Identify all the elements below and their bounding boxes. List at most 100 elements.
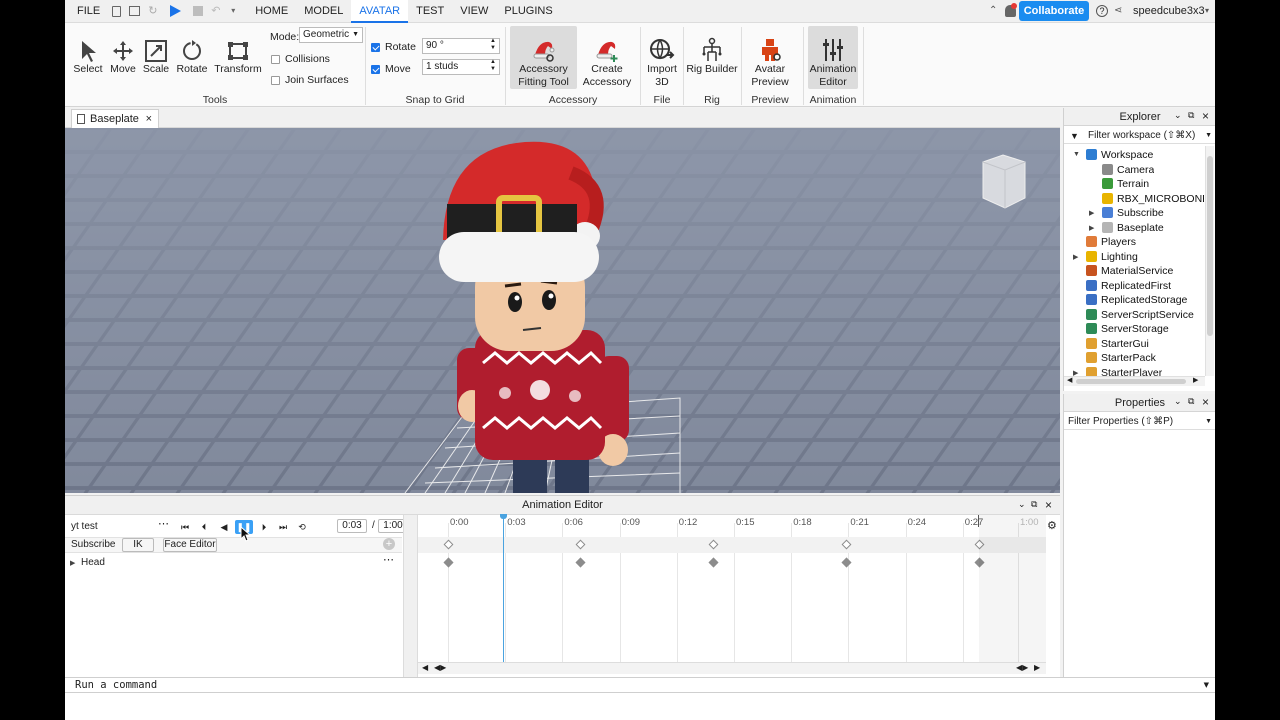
scroll-thumb[interactable]	[1076, 379, 1186, 384]
zoom-handle-icon[interactable]: ◀▶	[434, 663, 446, 672]
new-file-icon[interactable]	[112, 5, 122, 17]
timeline-area[interactable]: 0:00 0:03 0:06 0:09 0:12 0:15 0:18 0:21 0:24 0:27…	[418, 514, 1046, 662]
snap-move-checkbox[interactable]: Move	[371, 63, 411, 75]
explorer-item[interactable]: ServerStorage	[1086, 322, 1169, 336]
close-icon[interactable]: ×	[1202, 109, 1209, 123]
explorer-item[interactable]: StarterGui	[1086, 337, 1149, 351]
tab-view[interactable]: VIEW	[452, 0, 496, 23]
face-editor-button[interactable]: Face Editor	[163, 538, 217, 552]
explorer-item[interactable]: Workspace	[1086, 148, 1153, 162]
mode-dropdown[interactable]: Geometric ▼	[299, 27, 363, 43]
snap-rotate-field[interactable]: 90 ° ▲ ▼	[422, 38, 500, 54]
properties-filter[interactable]: Filter Properties (⇧⌘P) ▼	[1064, 414, 1215, 430]
previous-keyframe-icon[interactable]: ⏴	[197, 520, 211, 534]
select-tool[interactable]: Select	[71, 29, 105, 76]
dropdown-icon[interactable]: ▾	[231, 5, 243, 17]
username[interactable]: speedcube3x3	[1133, 0, 1205, 23]
close-icon[interactable]: ×	[1045, 498, 1052, 512]
explorer-item[interactable]: ServerScriptService	[1086, 308, 1194, 322]
tab-avatar[interactable]: AVATAR	[351, 0, 409, 23]
scroll-left-icon[interactable]: ◀	[422, 663, 428, 672]
explorer-item[interactable]: ReplicatedStorage	[1086, 293, 1187, 307]
scrubber-line[interactable]	[503, 515, 504, 662]
scroll-thumb[interactable]	[1207, 156, 1213, 336]
collaborate-button[interactable]: Collaborate	[1019, 1, 1089, 21]
accessory-fitting-tool[interactable]: Accessory Fitting Tool	[510, 26, 577, 89]
chevron-down-icon[interactable]: ▼	[1204, 678, 1209, 693]
chevron-down-icon[interactable]: ⌄	[1174, 110, 1182, 121]
rig-builder-tool[interactable]: Rig Builder	[686, 29, 738, 76]
zoom-handle-icon[interactable]: ◀▶	[1016, 663, 1028, 672]
collapse-ribbon-icon[interactable]: ⌃	[989, 5, 997, 16]
join-surfaces-checkbox[interactable]: Join Surfaces	[271, 74, 349, 86]
explorer-filter[interactable]: ▼ Filter workspace (⇧⌘X) ▼	[1064, 128, 1215, 144]
explorer-item[interactable]: StarterPack	[1086, 351, 1156, 365]
scroll-left-icon[interactable]: ◀	[1067, 376, 1072, 384]
close-icon[interactable]: ×	[1202, 395, 1209, 409]
skip-to-end-icon[interactable]: ⏭	[276, 520, 290, 534]
explorer-item[interactable]: ReplicatedFirst	[1086, 279, 1171, 293]
more-icon[interactable]: ⋯	[158, 517, 169, 530]
expand-arrow-icon[interactable]: ▶	[1073, 253, 1078, 261]
import-3d-tool[interactable]: Import 3D	[643, 29, 681, 89]
view-cube[interactable]	[982, 154, 1026, 209]
explorer-item[interactable]: RBX_MICROBONE_N	[1102, 192, 1204, 206]
redo-icon[interactable]: ↻	[148, 5, 160, 17]
tab-plugins[interactable]: PLUGINS	[496, 0, 560, 23]
skip-to-start-icon[interactable]: ⏮	[178, 520, 192, 534]
timeline-settings-icon[interactable]: ⚙	[1047, 519, 1057, 532]
animation-name[interactable]: yt test	[71, 521, 98, 532]
explorer-item[interactable]: Lighting	[1086, 250, 1138, 264]
chevron-down-icon[interactable]: ⌄	[1018, 499, 1026, 510]
rotate-tool[interactable]: Rotate	[174, 29, 210, 76]
expand-arrow-icon[interactable]: ▶	[70, 559, 75, 567]
3d-viewport[interactable]	[65, 128, 1060, 493]
explorer-item[interactable]: Terrain	[1102, 177, 1149, 191]
snap-move-field[interactable]: 1 studs ▲ ▼	[422, 59, 500, 75]
undock-icon[interactable]: ⧉	[1031, 499, 1037, 510]
avatar-preview-tool[interactable]: Avatar Preview	[745, 29, 795, 89]
undo-icon[interactable]: ↶	[211, 5, 223, 17]
explorer-item[interactable]: Baseplate	[1102, 221, 1164, 235]
tab-home[interactable]: HOME	[247, 0, 296, 23]
next-keyframe-icon[interactable]: ⏵	[257, 520, 271, 534]
timeline-scrollbar[interactable]: ◀ ◀▶ ◀▶ ▶	[418, 662, 1046, 674]
explorer-item[interactable]: MaterialService	[1086, 264, 1173, 278]
help-icon[interactable]: ?	[1096, 5, 1108, 17]
close-icon[interactable]: ×	[146, 110, 152, 128]
ik-button[interactable]: IK	[122, 538, 154, 552]
scroll-right-icon[interactable]: ▶	[1193, 376, 1198, 384]
scroll-right-icon[interactable]: ▶	[1034, 663, 1040, 672]
transform-tool[interactable]: Transform	[213, 29, 263, 76]
animation-editor-tool[interactable]: Animation Editor	[808, 26, 858, 89]
keyframe-marker[interactable]	[708, 557, 719, 568]
keyframe-marker[interactable]	[575, 557, 586, 568]
scale-tool[interactable]: Scale	[141, 29, 171, 76]
explorer-item[interactable]: Subscribe	[1102, 206, 1164, 220]
keyframe-marker[interactable]	[841, 557, 852, 568]
import-icon[interactable]	[129, 6, 141, 16]
stop-icon[interactable]	[193, 6, 204, 16]
loop-icon[interactable]: ⟲	[295, 520, 309, 534]
tab-test[interactable]: TEST	[408, 0, 452, 23]
undock-icon[interactable]: ⧉	[1188, 396, 1194, 407]
explorer-hscrollbar[interactable]: ◀ ▶	[1064, 376, 1205, 386]
keyframe-marker[interactable]	[443, 557, 453, 568]
current-time-field[interactable]: 0:03	[337, 519, 367, 533]
expand-arrow-icon[interactable]: ▶	[1089, 224, 1094, 232]
tab-model[interactable]: MODEL	[296, 0, 351, 23]
baseplate-tab[interactable]: Baseplate ×	[71, 109, 159, 128]
add-track-icon[interactable]: +	[383, 538, 395, 550]
explorer-vscrollbar[interactable]	[1205, 146, 1214, 376]
undock-icon[interactable]: ⧉	[1188, 110, 1194, 121]
expand-arrow-icon[interactable]: ▼	[1073, 151, 1080, 158]
share-icon[interactable]: ⋖	[1114, 5, 1122, 16]
chevron-down-icon[interactable]: ⌄	[1174, 396, 1182, 407]
move-tool[interactable]: Move	[107, 29, 139, 76]
track-head[interactable]: Head	[81, 557, 105, 568]
expand-arrow-icon[interactable]: ▶	[1089, 209, 1094, 217]
play-backward-icon[interactable]: ◀	[217, 520, 231, 534]
snap-rotate-checkbox[interactable]: Rotate	[371, 41, 416, 53]
explorer-item[interactable]: Players	[1086, 235, 1136, 249]
collisions-checkbox[interactable]: Collisions	[271, 53, 330, 65]
